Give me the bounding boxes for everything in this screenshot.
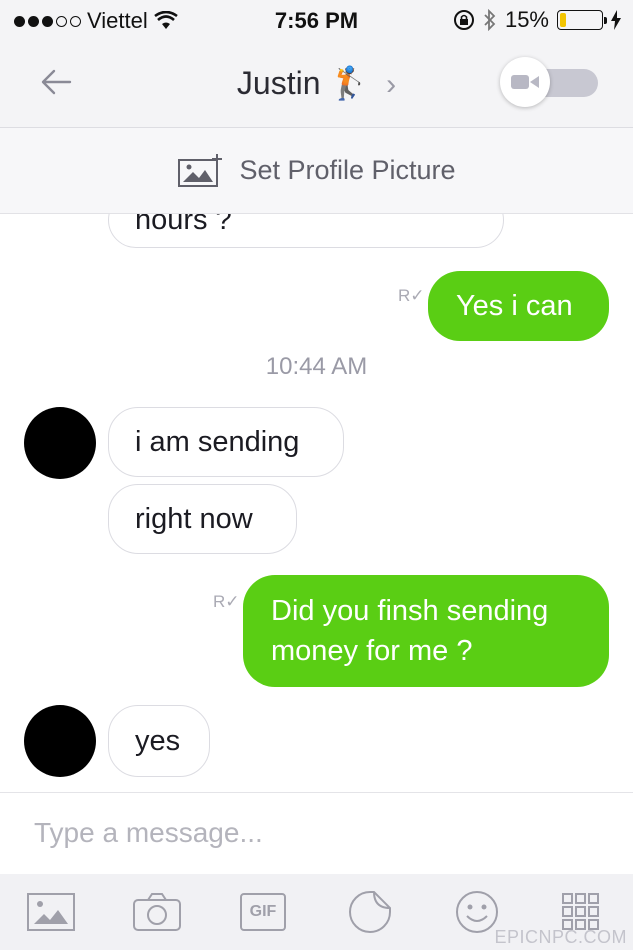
chat-area[interactable]: hours ? R✓ Yes i can 10:44 AM i am sendi… [0, 214, 633, 792]
status-right: 15% [453, 7, 621, 33]
message-incoming[interactable]: right now [108, 484, 297, 554]
chat-header: Justin 🏌 › [0, 40, 633, 128]
sticker-icon[interactable] [345, 888, 395, 936]
read-receipt-icon: R✓ [213, 592, 240, 611]
charging-icon [611, 10, 621, 30]
chevron-right-icon[interactable]: › [386, 68, 396, 101]
set-profile-picture-bar[interactable]: Set Profile Picture [0, 128, 633, 214]
message-input-bar [0, 792, 633, 874]
read-receipt-icon: R✓ [398, 286, 425, 305]
bluetooth-icon [484, 9, 496, 31]
watermark: EPICNPC.COM [494, 927, 627, 947]
battery-level [560, 13, 566, 27]
status-bar: Viettel 7:56 PM 15% [0, 0, 633, 40]
contact-avatar[interactable] [24, 705, 96, 777]
add-image-icon[interactable] [177, 153, 223, 188]
message-input[interactable] [34, 811, 594, 855]
message-text: yes [135, 724, 181, 757]
video-camera-icon[interactable] [500, 57, 550, 107]
video-call-toggle[interactable] [500, 57, 598, 107]
message-text: Did you finsh sending money for me ? [271, 595, 549, 667]
message-text: right now [135, 502, 253, 535]
rotation-lock-icon [453, 10, 474, 30]
message-text: Yes i can [456, 290, 573, 322]
message-incoming-partial[interactable]: hours ? [108, 214, 504, 248]
contact-avatar[interactable] [24, 407, 96, 479]
contact-name[interactable]: Justin [237, 65, 321, 101]
message-incoming[interactable]: i am sending [108, 407, 344, 477]
golfer-emoji-icon: 🏌 [329, 65, 370, 101]
gif-icon[interactable]: GIF [238, 888, 288, 936]
chat-toolbar: GIF EPICNPC.COM [0, 874, 633, 950]
gif-label[interactable]: GIF [240, 893, 286, 931]
time-separator: 10:44 AM [265, 353, 368, 380]
message-outgoing[interactable]: Did you finsh sending money for me ? [243, 575, 609, 687]
set-profile-picture-label[interactable]: Set Profile Picture [239, 155, 455, 186]
image-icon[interactable] [26, 888, 76, 936]
message-text: hours ? [135, 214, 232, 236]
battery-icon [557, 10, 607, 30]
battery-percent: 15% [504, 7, 549, 32]
message-text: i am sending [135, 425, 300, 458]
message-outgoing[interactable]: Yes i can [428, 271, 609, 341]
message-incoming[interactable]: yes [108, 705, 210, 777]
camera-icon[interactable] [132, 888, 182, 936]
